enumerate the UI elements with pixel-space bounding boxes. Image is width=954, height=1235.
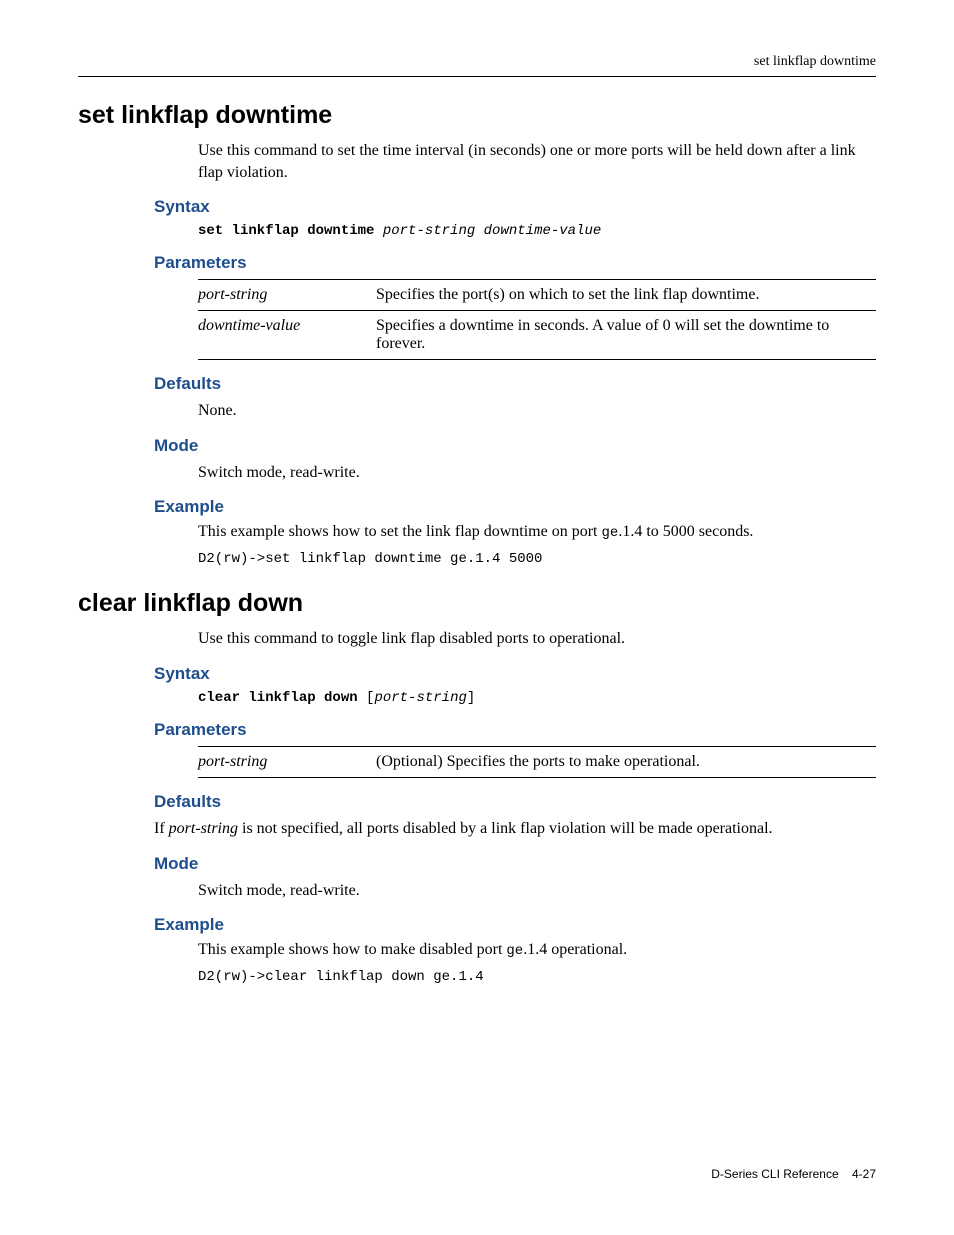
section-title-clear-linkflap-down: clear linkflap down [78,589,876,618]
parameters-table: port-string Specifies the port(s) on whi… [198,279,876,360]
page-footer: D-Series CLI Reference 4-27 [711,1167,876,1181]
param-name: port-string [198,746,376,777]
syntax-bracket-open: [ [358,690,375,706]
table-row: port-string (Optional) Specifies the por… [198,746,876,777]
syntax-heading: Syntax [154,664,876,684]
example-intro: This example shows how to make disabled … [198,941,876,959]
param-desc: Specifies the port(s) on which to set th… [376,280,876,311]
example-heading: Example [154,915,876,935]
param-desc: Specifies a downtime in seconds. A value… [376,311,876,360]
example-command: D2(rw)->set linkflap downtime ge.1.4 500… [198,551,876,567]
syntax-line: clear linkflap down [port-string] [198,690,876,706]
intro-text: Use this command to toggle link flap dis… [198,628,876,650]
parameters-heading: Parameters [154,720,876,740]
example-intro-post: .1.4 operational. [523,941,627,958]
syntax-args: port-string [374,690,466,706]
example-intro-post: .1.4 to 5000 seconds. [618,523,753,540]
example-intro-pre: This example shows how to make disabled … [198,941,506,958]
footer-page: 4-27 [852,1167,876,1181]
example-command: D2(rw)->clear linkflap down ge.1.4 [198,969,876,985]
param-name: downtime-value [198,311,376,360]
defaults-emph: port-string [169,820,238,837]
parameters-heading: Parameters [154,253,876,273]
example-intro-pre: This example shows how to set the link f… [198,523,602,540]
syntax-command: set linkflap downtime [198,223,374,239]
syntax-heading: Syntax [154,197,876,217]
defaults-heading: Defaults [154,792,876,812]
example-intro: This example shows how to set the link f… [198,523,876,541]
section-title-set-linkflap-downtime: set linkflap downtime [78,101,876,130]
defaults-text: If port-string is not specified, all por… [154,818,876,840]
parameters-table: port-string (Optional) Specifies the por… [198,746,876,778]
syntax-command: clear linkflap down [198,690,358,706]
param-name: port-string [198,280,376,311]
syntax-line: set linkflap downtime port-string downti… [198,223,876,239]
footer-book: D-Series CLI Reference [711,1167,838,1181]
mode-heading: Mode [154,436,876,456]
mode-heading: Mode [154,854,876,874]
syntax-args: port-string downtime-value [383,223,601,239]
defaults-heading: Defaults [154,374,876,394]
example-intro-code: ge [506,943,523,959]
table-row: port-string Specifies the port(s) on whi… [198,280,876,311]
page: set linkflap downtime set linkflap downt… [0,0,954,1235]
defaults-text: None. [198,400,876,422]
mode-text: Switch mode, read-write. [198,462,876,484]
intro-text: Use this command to set the time interva… [198,140,876,183]
param-desc: (Optional) Specifies the ports to make o… [376,746,876,777]
syntax-bracket-close: ] [467,690,475,706]
table-row: downtime-value Specifies a downtime in s… [198,311,876,360]
example-heading: Example [154,497,876,517]
defaults-post: is not specified, all ports disabled by … [238,820,773,837]
defaults-pre: If [154,820,169,837]
running-header: set linkflap downtime [78,54,876,77]
mode-text: Switch mode, read-write. [198,880,876,902]
example-intro-code: ge [602,525,619,541]
